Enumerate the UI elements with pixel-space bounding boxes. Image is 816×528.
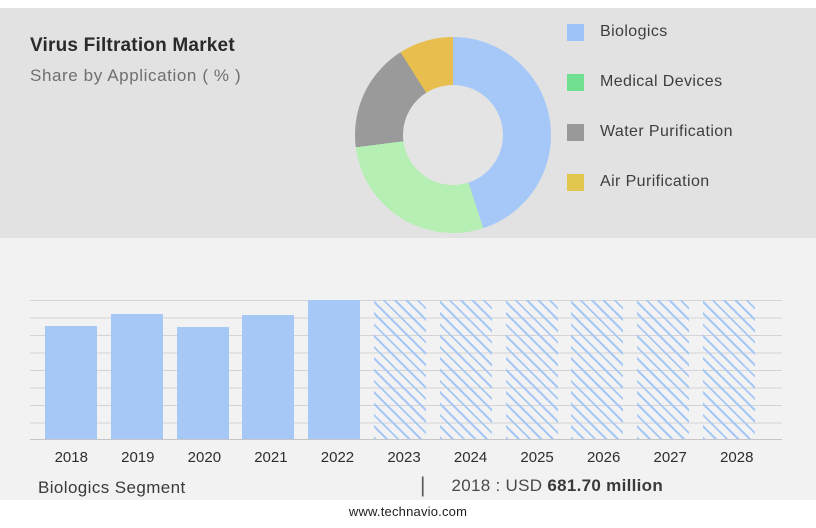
x-tick-2023: 2023 bbox=[387, 449, 421, 466]
bar-column-2022 bbox=[301, 300, 367, 439]
x-tick-2028: 2028 bbox=[720, 449, 754, 466]
bar-2019 bbox=[110, 313, 163, 439]
x-tick-2018: 2018 bbox=[54, 449, 88, 466]
legend-label: Water Purification bbox=[600, 123, 733, 140]
bar-2026 bbox=[571, 300, 624, 439]
bar-column-2023 bbox=[367, 300, 433, 439]
legend-swatch-icon bbox=[567, 23, 584, 41]
bar-2023 bbox=[373, 300, 426, 439]
bar-2022 bbox=[308, 300, 361, 439]
legend-swatch-icon bbox=[567, 73, 584, 91]
donut-section: Virus Filtration Market Share by Applica… bbox=[0, 8, 816, 238]
x-tick-2019: 2019 bbox=[121, 449, 155, 466]
bar-chart-plot bbox=[30, 300, 782, 440]
infographic-canvas: Virus Filtration Market Share by Applica… bbox=[0, 0, 816, 528]
bar-2021 bbox=[242, 315, 295, 439]
title-block: Virus Filtration Market Share by Applica… bbox=[30, 35, 241, 86]
legend-label: Air Purification bbox=[600, 173, 710, 190]
donut-legend: Biologics Medical Devices Water Purificati… bbox=[567, 23, 733, 191]
legend-item-medical-devices: Medical Devices bbox=[567, 73, 733, 91]
bar-column-2019 bbox=[104, 300, 170, 439]
segment-label: Biologics Segment bbox=[38, 478, 186, 497]
bar-column-2020 bbox=[170, 300, 236, 439]
bar-2027 bbox=[637, 300, 690, 439]
bar-column-2024 bbox=[433, 300, 499, 439]
legend-label: Medical Devices bbox=[600, 73, 723, 90]
bar-column-2018 bbox=[38, 300, 104, 439]
bar-column-2021 bbox=[235, 300, 301, 439]
bar-column-2025 bbox=[499, 300, 565, 439]
bar-2028 bbox=[703, 300, 756, 439]
x-tick-2021: 2021 bbox=[254, 449, 288, 466]
bar-2020 bbox=[176, 327, 229, 439]
legend-item-air-purification: Air Purification bbox=[567, 173, 733, 191]
legend-item-biologics: Biologics bbox=[567, 23, 733, 41]
stat-value: 681.70 million bbox=[547, 475, 664, 495]
stat-text: 2018 : USD 681.70 million bbox=[451, 476, 663, 496]
footer: www.technavio.com bbox=[0, 500, 816, 528]
page-title: Virus Filtration Market bbox=[30, 35, 235, 56]
bar-2025 bbox=[505, 300, 558, 439]
x-tick-2022: 2022 bbox=[320, 449, 355, 466]
x-tick-2027: 2027 bbox=[653, 449, 687, 466]
website-url: www.technavio.com bbox=[348, 504, 468, 519]
legend-swatch-icon bbox=[567, 173, 584, 191]
legend-swatch-icon bbox=[567, 123, 584, 141]
x-tick-2024: 2024 bbox=[453, 449, 488, 466]
donut-hole bbox=[403, 85, 503, 185]
caption-separator: | bbox=[420, 474, 426, 497]
x-axis-labels: 2018 2019 2020 2021 2022 2023 2024 2025 2026 2027… bbox=[38, 449, 770, 466]
legend-item-water-purification: Water Purification bbox=[567, 123, 733, 141]
stat-block: | 2018 : USD 681.70 million bbox=[420, 475, 663, 496]
bar-2018 bbox=[44, 326, 97, 439]
bar-2024 bbox=[439, 300, 492, 439]
donut-chart bbox=[355, 37, 551, 233]
bars-container bbox=[38, 300, 762, 439]
stat-prefix: 2018 : USD bbox=[451, 475, 543, 495]
bar-column-2028 bbox=[696, 300, 762, 439]
x-tick-2026: 2026 bbox=[586, 449, 621, 466]
bar-column-2026 bbox=[565, 300, 631, 439]
x-tick-2025: 2025 bbox=[520, 449, 554, 466]
page-subtitle: Share by Application ( % ) bbox=[30, 66, 242, 85]
bar-column-2027 bbox=[630, 300, 696, 439]
legend-label: Biologics bbox=[600, 23, 668, 40]
x-tick-2020: 2020 bbox=[187, 449, 222, 466]
